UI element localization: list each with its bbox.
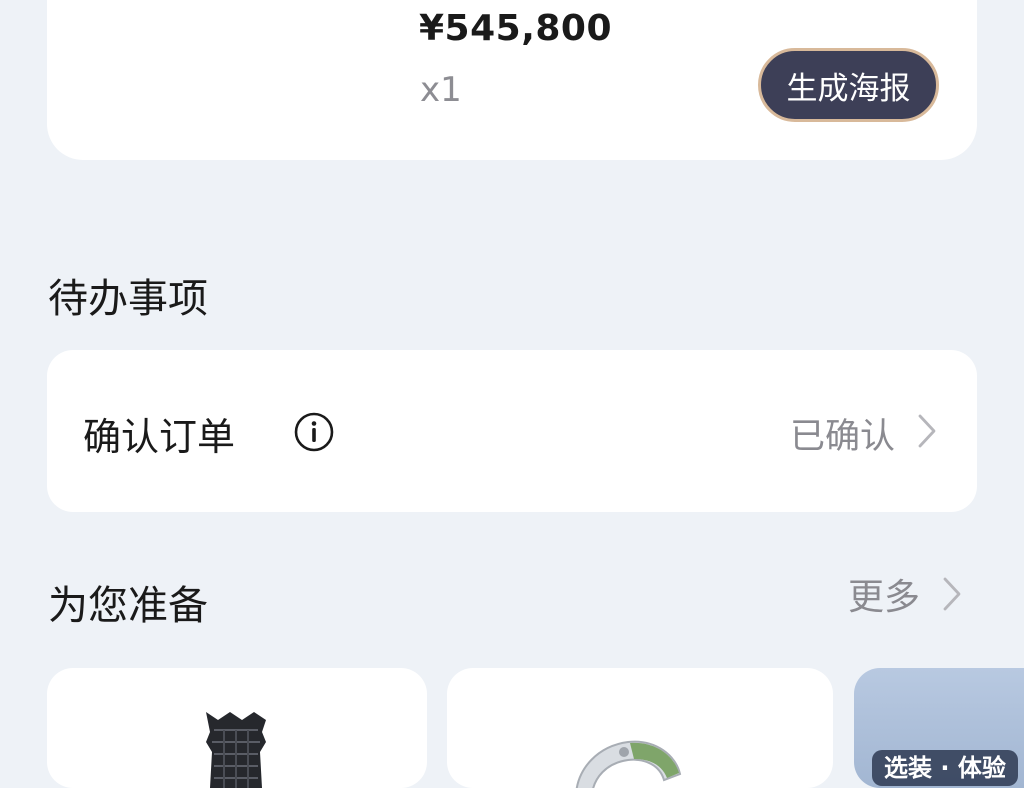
info-icon[interactable] xyxy=(293,411,335,453)
generate-poster-button[interactable]: 生成海报 xyxy=(758,48,939,122)
confirm-order-row[interactable]: 确认订单 已确认 xyxy=(47,350,977,512)
product-card[interactable] xyxy=(447,668,833,788)
more-link[interactable]: 更多 xyxy=(848,572,962,618)
order-summary-card: ¥545,800 x1 生成海报 xyxy=(47,0,977,160)
todo-section-title: 待办事项 xyxy=(48,276,208,322)
order-price: ¥545,800 xyxy=(419,8,613,49)
confirm-order-label: 确认订单 xyxy=(83,415,236,459)
product-image xyxy=(206,712,266,788)
product-image xyxy=(575,740,682,788)
order-quantity: x1 xyxy=(420,70,462,110)
product-card[interactable] xyxy=(47,668,427,788)
more-label: 更多 xyxy=(848,577,921,618)
order-status: 已确认 xyxy=(789,417,895,457)
promo-tag: 选装 · 体验 xyxy=(872,750,1018,786)
prepared-section-title: 为您准备 xyxy=(48,583,208,629)
promo-card[interactable]: 选装 · 体验 xyxy=(854,668,1024,788)
chevron-right-icon xyxy=(918,414,936,448)
chevron-right-icon xyxy=(943,577,961,611)
